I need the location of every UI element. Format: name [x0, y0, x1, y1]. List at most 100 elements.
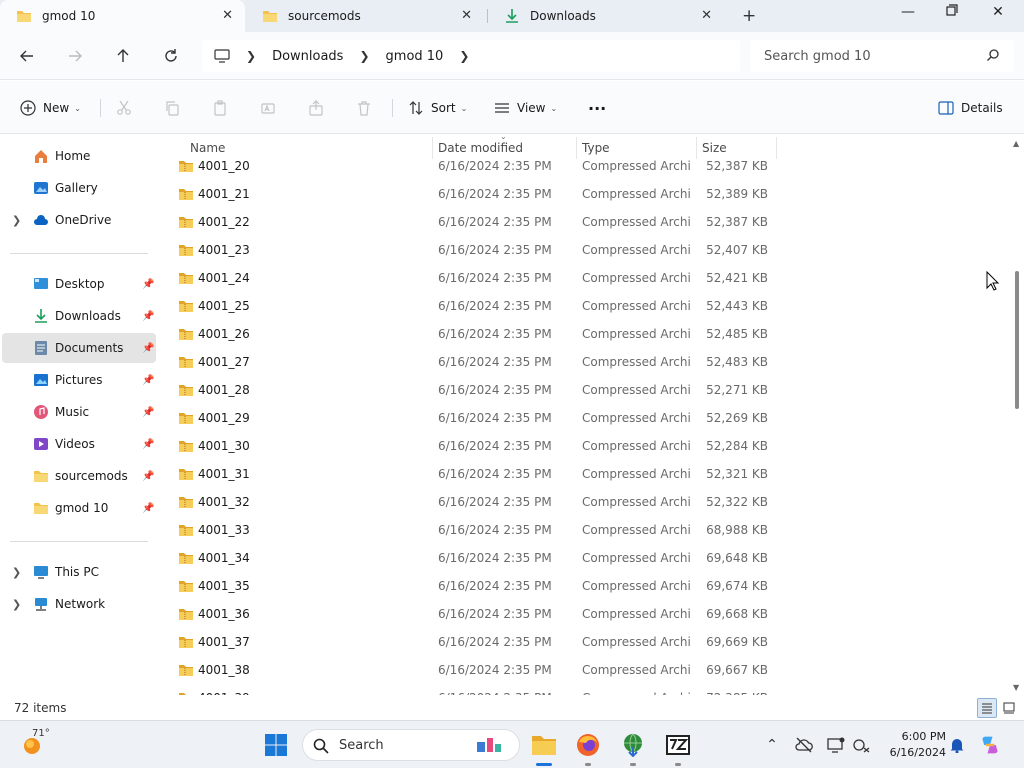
sidebar-item-onedrive[interactable]: ❯ OneDrive: [2, 205, 156, 235]
new-tab-icon[interactable]: +: [742, 6, 756, 26]
table-row[interactable]: 4001_24 6/16/2024 2:35 PM Compressed Archi…: [176, 264, 776, 292]
column-divider[interactable]: [776, 137, 777, 159]
sidebar-item-sourcemods[interactable]: sourcemods 📌: [2, 461, 156, 491]
sidebar-item-pictures[interactable]: Pictures 📌: [2, 365, 156, 395]
table-row[interactable]: 4001_20 6/16/2024 2:35 PM Compressed Archi…: [176, 152, 776, 180]
close-tab-icon[interactable]: ✕: [461, 8, 472, 23]
refresh-button[interactable]: [160, 45, 182, 67]
sidebar-item-home[interactable]: Home: [2, 141, 156, 171]
copy-button[interactable]: [164, 97, 180, 119]
sidebar-item-gallery[interactable]: Gallery: [2, 173, 156, 203]
close-window-icon[interactable]: ✕: [987, 4, 1009, 20]
taskbar-search[interactable]: Search: [302, 729, 520, 761]
desktop-icon: [34, 278, 48, 289]
table-row[interactable]: 4001_39 6/16/2024 2:35 PM Compressed Archi…: [176, 684, 776, 695]
new-button[interactable]: New ⌄: [20, 97, 81, 119]
delete-button[interactable]: [356, 97, 372, 119]
table-row[interactable]: 4001_33 6/16/2024 2:35 PM Compressed Archi…: [176, 516, 776, 544]
details-button[interactable]: Details: [938, 97, 1003, 119]
pin-icon[interactable]: 📌: [142, 279, 154, 290]
search-icon[interactable]: [986, 48, 1000, 62]
network-status-icon[interactable]: [852, 735, 872, 755]
chevron-right-icon[interactable]: ❯: [359, 49, 369, 63]
table-row[interactable]: 4001_36 6/16/2024 2:35 PM Compressed Archi…: [176, 600, 776, 628]
details-view-button[interactable]: [977, 698, 997, 718]
pin-icon[interactable]: 📌: [142, 407, 154, 418]
tab-gmod-10[interactable]: gmod 10 ✕: [0, 0, 245, 32]
cloud-offline-icon[interactable]: [794, 735, 814, 755]
vertical-scrollbar[interactable]: ▲ ▼: [1010, 135, 1024, 695]
table-row[interactable]: 4001_37 6/16/2024 2:35 PM Compressed Archi…: [176, 628, 776, 656]
download-manager-app[interactable]: [619, 731, 647, 759]
breadcrumb[interactable]: ❯ Downloads ❯ gmod 10 ❯: [202, 40, 740, 72]
notification-bell-icon[interactable]: [947, 735, 967, 755]
pin-icon[interactable]: 📌: [142, 375, 154, 386]
paste-button[interactable]: [212, 97, 228, 119]
table-row[interactable]: 4001_25 6/16/2024 2:35 PM Compressed Archi…: [176, 292, 776, 320]
table-row[interactable]: 4001_31 6/16/2024 2:35 PM Compressed Archi…: [176, 460, 776, 488]
display-icon[interactable]: [826, 735, 846, 755]
pin-icon[interactable]: 📌: [142, 439, 154, 450]
scrollbar-thumb[interactable]: [1015, 271, 1019, 409]
sidebar-item-this-pc[interactable]: ❯ This PC: [2, 557, 156, 587]
restore-icon[interactable]: [941, 4, 963, 20]
sidebar-item-documents[interactable]: Documents 📌: [2, 333, 156, 363]
crumb-gmod-10[interactable]: gmod 10: [386, 49, 444, 64]
table-row[interactable]: 4001_22 6/16/2024 2:35 PM Compressed Archi…: [176, 208, 776, 236]
minimize-icon[interactable]: —: [897, 4, 919, 20]
forward-button[interactable]: [64, 45, 86, 67]
monitor-icon[interactable]: [214, 49, 230, 63]
pin-icon[interactable]: 📌: [142, 503, 154, 514]
table-row[interactable]: 4001_23 6/16/2024 2:35 PM Compressed Archi…: [176, 236, 776, 264]
firefox-app[interactable]: [574, 731, 602, 759]
cut-button[interactable]: [116, 97, 132, 119]
7zip-app[interactable]: [664, 731, 692, 759]
table-row[interactable]: 4001_28 6/16/2024 2:35 PM Compressed Archi…: [176, 376, 776, 404]
table-row[interactable]: 4001_32 6/16/2024 2:35 PM Compressed Archi…: [176, 488, 776, 516]
chevron-right-icon[interactable]: ❯: [12, 566, 21, 579]
table-row[interactable]: 4001_27 6/16/2024 2:35 PM Compressed Archi…: [176, 348, 776, 376]
pin-icon[interactable]: 📌: [142, 311, 154, 322]
chevron-right-icon[interactable]: ❯: [246, 49, 256, 63]
sort-button[interactable]: Sort ⌄: [408, 97, 467, 119]
table-row[interactable]: 4001_38 6/16/2024 2:35 PM Compressed Archi…: [176, 656, 776, 684]
sidebar-item-downloads[interactable]: Downloads 📌: [2, 301, 156, 331]
scroll-down-icon[interactable]: ▼: [1013, 683, 1019, 692]
file-explorer-app[interactable]: [530, 731, 558, 759]
table-row[interactable]: 4001_30 6/16/2024 2:35 PM Compressed Archi…: [176, 432, 776, 460]
tiles-view-button[interactable]: [999, 698, 1019, 718]
back-button[interactable]: [16, 45, 38, 67]
chevron-right-icon[interactable]: ❯: [12, 214, 21, 227]
search-box[interactable]: [750, 40, 1014, 72]
start-button[interactable]: [262, 731, 290, 759]
chevron-right-icon[interactable]: ❯: [459, 49, 469, 63]
table-row[interactable]: 4001_21 6/16/2024 2:35 PM Compressed Archi…: [176, 180, 776, 208]
table-row[interactable]: 4001_29 6/16/2024 2:35 PM Compressed Archi…: [176, 404, 776, 432]
up-button[interactable]: [112, 45, 134, 67]
tab-sourcemods[interactable]: sourcemods ✕: [246, 0, 484, 32]
sidebar-item-gmod-10[interactable]: gmod 10 📌: [2, 493, 156, 523]
close-tab-icon[interactable]: ✕: [222, 8, 233, 23]
table-row[interactable]: 4001_26 6/16/2024 2:35 PM Compressed Archi…: [176, 320, 776, 348]
sidebar-item-videos[interactable]: Videos 📌: [2, 429, 156, 459]
more-options-icon[interactable]: ···: [588, 97, 606, 119]
sidebar-item-music[interactable]: Music 📌: [2, 397, 156, 427]
share-button[interactable]: [308, 97, 324, 119]
rename-button[interactable]: [260, 97, 276, 119]
pin-icon[interactable]: 📌: [142, 471, 154, 482]
view-button[interactable]: View ⌄: [494, 97, 557, 119]
copilot-icon[interactable]: [980, 735, 1000, 755]
show-hidden-icons[interactable]: ⌃: [762, 735, 782, 755]
clock[interactable]: 6:00 PM 6/16/2024: [880, 729, 946, 761]
sidebar-item-desktop[interactable]: Desktop 📌: [2, 269, 156, 299]
chevron-right-icon[interactable]: ❯: [12, 598, 21, 611]
tab-downloads[interactable]: Downloads ✕: [488, 0, 724, 32]
sidebar-item-network[interactable]: ❯ Network: [2, 589, 156, 619]
table-row[interactable]: 4001_35 6/16/2024 2:35 PM Compressed Archi…: [176, 572, 776, 600]
pin-icon[interactable]: 📌: [142, 343, 154, 354]
crumb-downloads[interactable]: Downloads: [272, 49, 343, 64]
close-tab-icon[interactable]: ✕: [701, 8, 712, 23]
scroll-up-icon[interactable]: ▲: [1013, 139, 1019, 148]
table-row[interactable]: 4001_34 6/16/2024 2:35 PM Compressed Archi…: [176, 544, 776, 572]
search-input[interactable]: [764, 48, 974, 64]
